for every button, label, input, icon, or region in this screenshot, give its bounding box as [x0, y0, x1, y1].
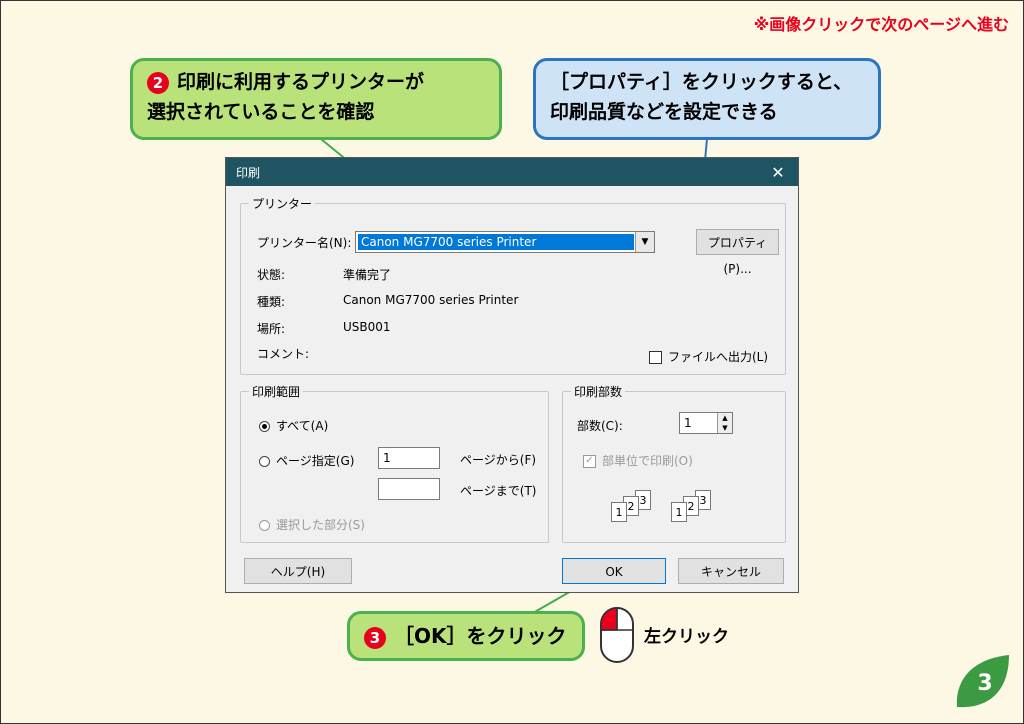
printer-group-title: プリンター: [249, 195, 316, 212]
range-pages-label: ページ指定(G): [276, 454, 355, 468]
copies-label: 部数(C):: [577, 419, 623, 433]
callout-properties-line2: 印刷品質などを設定できる: [550, 101, 778, 123]
cancel-button[interactable]: キャンセル: [678, 558, 784, 584]
step-2-badge: 2: [147, 71, 169, 94]
spin-down-icon[interactable]: ▼: [717, 423, 732, 433]
checkbox-icon[interactable]: [649, 351, 662, 364]
printer-name-value: Canon MG7700 series Printer: [358, 234, 634, 250]
left-click-label: 左クリック: [644, 627, 729, 647]
print-to-file-checkbox[interactable]: ファイルへ出力(L): [649, 348, 768, 365]
ok-button[interactable]: OK: [562, 558, 666, 584]
copies-group-title: 印刷部数: [571, 383, 626, 400]
callout-properties-line1: ［プロパティ］をクリックすると、: [550, 71, 853, 93]
page-to-label: ページまで(T): [460, 484, 537, 498]
print-dialog: 印刷 ✕ プリンター プリンター名(N): Canon MG7700 serie…: [225, 157, 799, 593]
type-value: Canon MG7700 series Printer: [343, 293, 519, 307]
page-number-leaf-icon: 3: [956, 655, 1009, 708]
callout-printer-check-line2: 選択されていることを確認: [147, 101, 375, 123]
page-from-input[interactable]: 1: [378, 447, 440, 469]
copies-stepper[interactable]: 1 ▲ ▼: [679, 412, 733, 434]
location-label: 場所:: [257, 322, 286, 336]
callout-properties-info: ［プロパティ］をクリックすると、 印刷品質などを設定できる: [533, 58, 881, 140]
copies-value: 1: [684, 416, 692, 430]
page-from-label: ページから(F): [460, 453, 537, 467]
location-value: USB001: [343, 320, 391, 334]
step-3-badge: 3: [364, 626, 386, 649]
copies-group: 印刷部数 部数(C): 1 ▲ ▼ ✓ 部単位で印刷(O) 3 2 1 3 2 1: [562, 383, 786, 543]
printer-name-select[interactable]: Canon MG7700 series Printer ▼: [355, 231, 655, 253]
range-all-radio[interactable]: すべて(A): [259, 417, 328, 434]
print-to-file-label: ファイルへ出力(L): [668, 350, 769, 364]
callout-click-ok-text: ［OK］をクリック: [394, 624, 567, 648]
range-selection-radio[interactable]: 選択した部分(S): [259, 516, 365, 533]
mouse-left-click-icon: [600, 607, 634, 663]
dialog-title: 印刷: [236, 165, 261, 180]
callout-printer-check: 2 印刷に利用するプリンターが 選択されていることを確認: [130, 58, 502, 140]
properties-button[interactable]: プロパティ(P)...: [696, 229, 779, 276]
collate-label: 部単位で印刷(O): [602, 454, 693, 468]
checkbox-icon[interactable]: ✓: [583, 455, 596, 468]
range-selection-label: 選択した部分(S): [276, 518, 365, 532]
close-icon[interactable]: ✕: [768, 163, 788, 182]
comment-label: コメント:: [257, 347, 310, 361]
type-label: 種類:: [257, 295, 286, 309]
status-value: 準備完了: [343, 268, 392, 282]
chevron-down-icon[interactable]: ▼: [635, 232, 654, 252]
radio-icon[interactable]: [259, 421, 270, 432]
status-label: 状態:: [257, 268, 286, 282]
printer-name-label: プリンター名(N):: [257, 236, 352, 250]
page-to-input[interactable]: [378, 478, 440, 500]
print-range-group: 印刷範囲 すべて(A) ページ指定(G) 1 ページから(F) ページまで(T)…: [240, 383, 549, 543]
collate-checkbox[interactable]: ✓ 部単位で印刷(O): [583, 452, 693, 469]
callout-printer-check-line1: 印刷に利用するプリンターが: [177, 71, 425, 93]
printer-group: プリンター プリンター名(N): Canon MG7700 series Pri…: [240, 195, 786, 375]
slide[interactable]: ※画像クリックで次のページへ進む 2 印刷に利用するプリンターが 選択されているこ…: [0, 0, 1024, 724]
range-all-label: すべて(A): [276, 419, 329, 433]
collate-pages-icon: 3 2 1: [611, 490, 671, 530]
help-button[interactable]: ヘルプ(H): [244, 558, 352, 584]
radio-icon[interactable]: [259, 456, 270, 467]
radio-icon[interactable]: [259, 520, 270, 531]
collate-pages-icon: 3 2 1: [671, 490, 731, 530]
dialog-titlebar: 印刷 ✕: [226, 158, 798, 186]
range-pages-radio[interactable]: ページ指定(G): [259, 452, 354, 469]
callout-click-ok: 3 ［OK］をクリック: [347, 611, 585, 661]
print-range-title: 印刷範囲: [249, 383, 304, 400]
page-number: 3: [977, 671, 992, 696]
